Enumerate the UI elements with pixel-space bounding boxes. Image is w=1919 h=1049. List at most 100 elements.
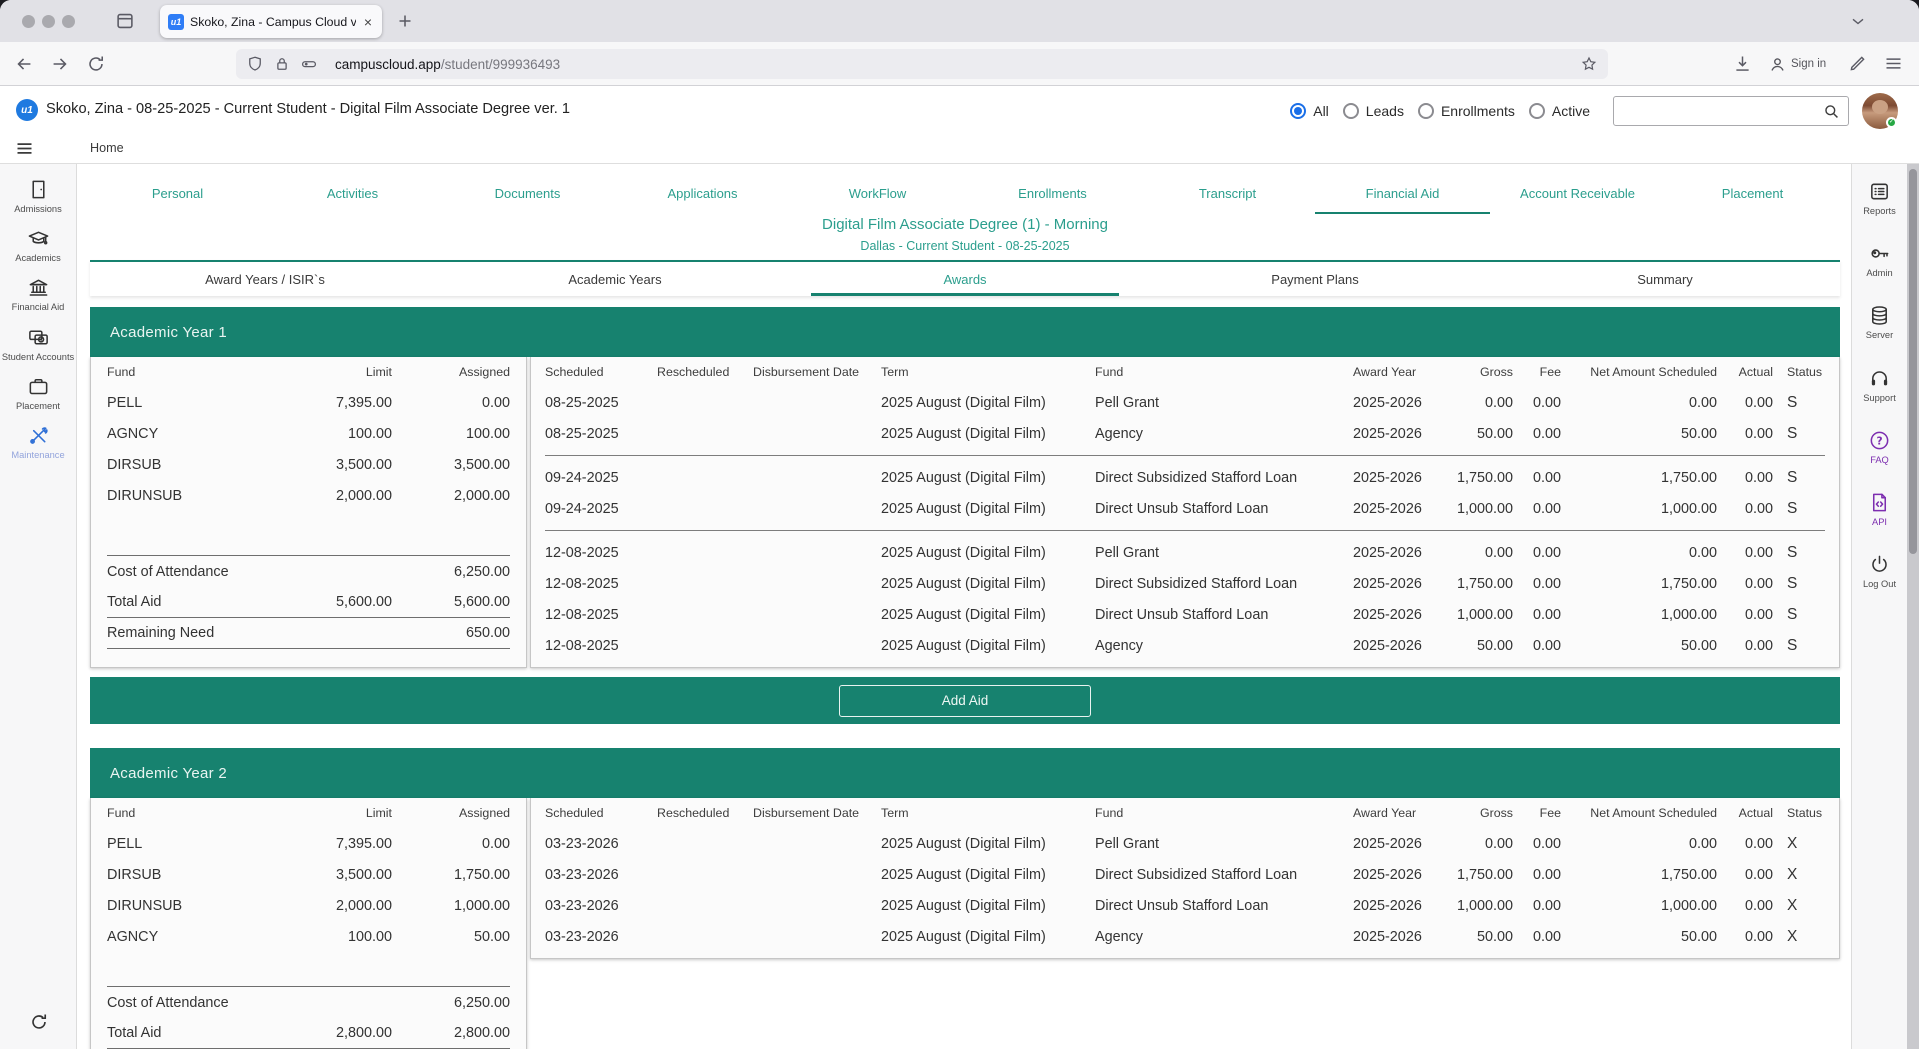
radio-active[interactable] xyxy=(1529,103,1545,119)
award-row[interactable]: 09-24-20252025 August (Digital Film)Dire… xyxy=(545,493,1825,524)
tab-enrollments[interactable]: Enrollments xyxy=(965,174,1140,214)
radio-all[interactable] xyxy=(1290,103,1306,119)
tab-financial-aid[interactable]: Financial Aid xyxy=(1315,174,1490,214)
cell: 0.00 xyxy=(1513,545,1561,561)
tab-placement[interactable]: Placement xyxy=(1665,174,1840,214)
url-text[interactable]: campuscloud.app/student/999936493 xyxy=(335,57,1580,72)
cell: DIRSUB xyxy=(107,867,257,883)
list-tabs-chevron-icon[interactable] xyxy=(1848,11,1868,31)
search-box[interactable] xyxy=(1613,96,1849,126)
award-row[interactable]: 08-25-20252025 August (Digital Film)Agen… xyxy=(545,418,1825,449)
subtab-award-years-isir-s[interactable]: Award Years / ISIR`s xyxy=(90,262,440,296)
subtab-payment-plans[interactable]: Payment Plans xyxy=(1140,262,1490,296)
firefox-view-icon[interactable] xyxy=(114,10,136,32)
fund-row[interactable]: PELL7,395.000.00 xyxy=(107,828,510,859)
sidebar-item-server[interactable]: Server xyxy=(1852,304,1907,340)
award-row[interactable]: 03-23-20262025 August (Digital Film)Agen… xyxy=(545,921,1825,952)
edit-pen-icon[interactable] xyxy=(1847,53,1868,74)
sign-in-button[interactable]: Sign in xyxy=(1768,52,1826,76)
column-header: Assigned xyxy=(392,806,510,820)
award-row[interactable]: 12-08-20252025 August (Digital Film)Dire… xyxy=(545,599,1825,630)
sidebar-item-admissions[interactable]: Admissions xyxy=(0,178,76,214)
tab-close-icon[interactable]: × xyxy=(362,14,374,30)
back-button[interactable] xyxy=(13,53,35,75)
fund-row[interactable]: PELL7,395.000.00 xyxy=(107,387,510,418)
fund-row[interactable]: DIRUNSUB2,000.001,000.00 xyxy=(107,890,510,921)
sidebar-item-admin[interactable]: Admin xyxy=(1852,242,1907,278)
zoom-window-button[interactable] xyxy=(62,15,75,28)
minimize-window-button[interactable] xyxy=(42,15,55,28)
award-row[interactable]: 03-23-20262025 August (Digital Film)Pell… xyxy=(545,828,1825,859)
fund-row[interactable]: DIRSUB3,500.003,500.00 xyxy=(107,449,510,480)
award-row[interactable]: 03-23-20262025 August (Digital Film)Dire… xyxy=(545,859,1825,890)
sidebar-item-placement[interactable]: Placement xyxy=(0,375,76,411)
fund-row[interactable]: AGNCY100.00100.00 xyxy=(107,418,510,449)
sidebar-item-reports[interactable]: Reports xyxy=(1852,180,1907,216)
app-menu-icon[interactable] xyxy=(1883,53,1904,74)
sidebar-item-financial-aid[interactable]: Financial Aid xyxy=(0,276,76,312)
downloads-icon[interactable] xyxy=(1732,53,1753,74)
award-row[interactable]: 08-25-20252025 August (Digital Film)Pell… xyxy=(545,387,1825,418)
tab-workflow[interactable]: WorkFlow xyxy=(790,174,965,214)
browser-tab[interactable]: u1 Skoko, Zina - Campus Cloud v2 × xyxy=(160,5,382,38)
tracking-protection-shield-icon[interactable] xyxy=(246,55,264,73)
forward-button[interactable] xyxy=(49,53,71,75)
column-header: Term xyxy=(881,365,1095,379)
tab-activities[interactable]: Activities xyxy=(265,174,440,214)
award-row[interactable]: 09-24-20252025 August (Digital Film)Dire… xyxy=(545,462,1825,493)
search-input[interactable] xyxy=(1614,97,1822,125)
fund-row[interactable]: DIRSUB3,500.001,750.00 xyxy=(107,859,510,890)
fund-row[interactable]: DIRUNSUB2,000.002,000.00 xyxy=(107,480,510,511)
fund-row[interactable]: AGNCY100.0050.00 xyxy=(107,921,510,952)
sidebar-item-support[interactable]: Support xyxy=(1852,367,1907,403)
sidebar-item-student-accounts[interactable]: $Student Accounts xyxy=(0,326,76,362)
award-row[interactable]: 12-08-20252025 August (Digital Film)Pell… xyxy=(545,537,1825,568)
program-title: Digital Film Associate Degree (1) - Morn… xyxy=(90,216,1840,233)
close-window-button[interactable] xyxy=(22,15,35,28)
reports-icon xyxy=(1868,180,1891,203)
radio-enrollments[interactable] xyxy=(1418,103,1434,119)
cell: PELL xyxy=(107,836,257,852)
filter-option-active[interactable]: Active xyxy=(1529,103,1590,119)
sidebar-item-api[interactable]: API xyxy=(1852,491,1907,527)
subtab-academic-years[interactable]: Academic Years xyxy=(440,262,790,296)
sidebar-item-log-out[interactable]: Log Out xyxy=(1852,553,1907,589)
subtab-awards[interactable]: Awards xyxy=(790,262,1140,296)
permissions-icon[interactable] xyxy=(300,55,318,73)
award-row[interactable]: 12-08-20252025 August (Digital Film)Agen… xyxy=(545,630,1825,661)
sidebar-item-faq[interactable]: ?FAQ xyxy=(1852,429,1907,465)
menu-hamburger-icon[interactable] xyxy=(14,138,35,159)
tab-transcript[interactable]: Transcript xyxy=(1140,174,1315,214)
tab-applications[interactable]: Applications xyxy=(615,174,790,214)
lock-icon[interactable] xyxy=(273,55,291,73)
award-row[interactable]: 12-08-20252025 August (Digital Film)Dire… xyxy=(545,568,1825,599)
cell: 0.00 xyxy=(1717,867,1773,883)
add-aid-button[interactable]: Add Aid xyxy=(839,685,1091,717)
tab-personal[interactable]: Personal xyxy=(90,174,265,214)
radio-leads[interactable] xyxy=(1343,103,1359,119)
url-bar[interactable]: campuscloud.app/student/999936493 xyxy=(236,49,1608,79)
filter-option-leads[interactable]: Leads xyxy=(1343,103,1404,119)
cell: Direct Unsub Stafford Loan xyxy=(1095,898,1353,914)
subtab-summary[interactable]: Summary xyxy=(1490,262,1840,296)
scrollbar-thumb[interactable] xyxy=(1909,169,1917,554)
tab-account-receivable[interactable]: Account Receivable xyxy=(1490,174,1665,214)
fund-summary-card: FundLimitAssignedPELL7,395.000.00DIRSUB3… xyxy=(90,798,527,1049)
filter-option-all[interactable]: All xyxy=(1290,103,1329,119)
reload-button[interactable] xyxy=(85,53,107,75)
cell: AGNCY xyxy=(107,929,257,945)
sidebar-item-maintenance[interactable]: Maintenance xyxy=(0,424,76,460)
tab-documents[interactable]: Documents xyxy=(440,174,615,214)
award-row[interactable]: 03-23-20262025 August (Digital Film)Dire… xyxy=(545,890,1825,921)
bookmark-star-icon[interactable] xyxy=(1580,55,1598,73)
search-icon[interactable] xyxy=(1822,102,1841,121)
refresh-icon[interactable] xyxy=(28,1011,50,1033)
new-tab-button[interactable] xyxy=(394,10,416,32)
filter-option-enrollments[interactable]: Enrollments xyxy=(1418,103,1515,119)
cell: 50.00 xyxy=(1561,929,1717,945)
account-person-icon xyxy=(1768,55,1787,74)
page-scrollbar[interactable] xyxy=(1907,164,1919,1049)
sidebar-item-academics[interactable]: Academics xyxy=(0,227,76,263)
cell: X xyxy=(1773,866,1825,884)
breadcrumb[interactable]: Home xyxy=(90,141,124,155)
